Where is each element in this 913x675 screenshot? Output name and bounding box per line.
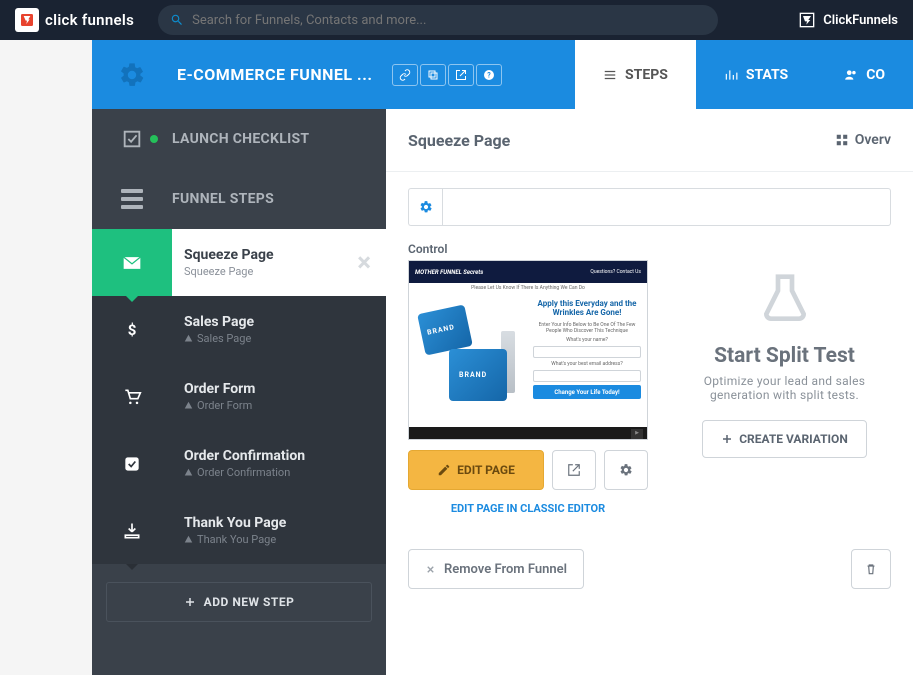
svg-text:?: ? — [488, 71, 492, 79]
share-chip[interactable] — [448, 64, 474, 86]
status-dot — [150, 135, 158, 143]
funnel-settings-button[interactable] — [92, 40, 172, 109]
external-link-icon — [567, 463, 581, 477]
pencil-icon — [437, 463, 451, 477]
create-variation-button[interactable]: CREATE VARIATION — [702, 420, 867, 458]
step-squeeze-page[interactable]: Squeeze PageSqueeze Page × — [92, 229, 386, 296]
funnel-header: E-COMMERCE FUNNEL ... ? STEPS STATS CO — [92, 40, 913, 109]
page-settings-button[interactable] — [604, 450, 648, 490]
funnel-sidebar: LAUNCH CHECKLIST FUNNEL STEPS Squeeze Pa… — [92, 109, 386, 675]
gear-icon — [419, 200, 433, 214]
logo-icon — [15, 8, 39, 32]
dollar-icon: $ — [122, 320, 142, 340]
remove-from-funnel-button[interactable]: Remove From Funnel — [408, 549, 584, 589]
trash-icon — [864, 562, 878, 576]
step-order-form[interactable]: Order FormOrder Form — [92, 363, 386, 430]
split-test-title: Start Split Test — [714, 344, 855, 368]
product-image: BRAND BRAND — [415, 299, 525, 419]
tab-contacts[interactable]: CO — [816, 40, 913, 109]
svg-text:$: $ — [128, 321, 137, 339]
left-gutter — [0, 40, 92, 675]
checklist-icon — [121, 128, 143, 150]
global-search[interactable] — [158, 5, 718, 35]
step-sales-page[interactable]: $ Sales PageSales Page — [92, 296, 386, 363]
tab-stats[interactable]: STATS — [696, 40, 816, 109]
launch-checklist-row[interactable]: LAUNCH CHECKLIST — [92, 109, 386, 169]
topbar-right-link[interactable]: ClickFunnels — [799, 12, 898, 28]
flask-icon — [757, 272, 813, 332]
cf-icon — [799, 12, 815, 28]
grid-icon — [835, 133, 849, 147]
open-external-button[interactable] — [552, 450, 596, 490]
page-title: Squeeze Page — [408, 131, 510, 150]
main-content: Squeeze Page Overv Control MOTHER FUNNEL… — [386, 109, 913, 675]
plus-icon — [184, 596, 196, 608]
page-preview[interactable]: MOTHER FUNNEL SecretsQuestions? Contact … — [408, 260, 648, 440]
step-order-confirmation[interactable]: Order ConfirmationOrder Confirmation — [92, 430, 386, 497]
classic-editor-link[interactable]: EDIT PAGE IN CLASSIC EDITOR — [408, 502, 648, 515]
add-new-step-button[interactable]: ADD NEW STEP — [106, 582, 372, 622]
gear-icon — [619, 463, 633, 477]
check-square-icon — [122, 454, 142, 474]
link-chip[interactable] — [392, 64, 418, 86]
top-navbar: click funnels ClickFunnels — [0, 0, 913, 40]
step-thank-you[interactable]: Thank You PageThank You Page — [92, 497, 386, 564]
search-input[interactable] — [192, 13, 706, 28]
search-icon — [170, 13, 184, 27]
menu-icon — [121, 189, 143, 209]
clone-chip[interactable] — [420, 64, 446, 86]
download-icon — [122, 521, 142, 541]
help-chip[interactable]: ? — [476, 64, 502, 86]
brand-logo[interactable]: click funnels — [15, 8, 134, 32]
footer-right-button[interactable] — [851, 549, 891, 589]
funnel-steps-row[interactable]: FUNNEL STEPS — [92, 169, 386, 229]
plus-icon — [721, 433, 733, 445]
remove-step-icon[interactable]: × — [357, 248, 371, 278]
edit-page-button[interactable]: EDIT PAGE — [408, 450, 544, 490]
close-icon — [425, 564, 436, 575]
url-field[interactable] — [442, 188, 891, 226]
page-url-bar — [408, 188, 891, 226]
split-test-sub: Optimize your lead and sales generation … — [678, 374, 891, 402]
overview-tab[interactable]: Overv — [835, 132, 891, 148]
brand-text: click funnels — [45, 11, 134, 29]
tab-steps[interactable]: STEPS — [575, 40, 696, 109]
cart-icon — [122, 387, 142, 407]
control-label: Control — [408, 242, 648, 256]
funnel-title: E-COMMERCE FUNNEL ... — [172, 65, 372, 84]
url-settings-button[interactable] — [408, 188, 442, 226]
envelope-icon — [122, 253, 142, 273]
